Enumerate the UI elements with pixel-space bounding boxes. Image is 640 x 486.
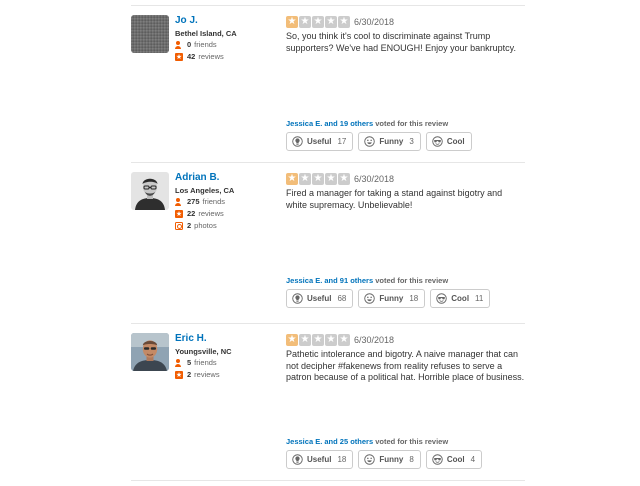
funny-button[interactable]: Funny 8 — [358, 450, 421, 469]
cool-button[interactable]: Cool 4 — [425, 450, 483, 469]
voters-link[interactable]: Jessica E. and 19 others — [286, 119, 373, 128]
star-icon — [325, 15, 337, 29]
user-location: Los Angeles, CA — [175, 186, 235, 195]
review-text: Fired a manager for taking a stand again… — [286, 188, 503, 210]
star-icon — [312, 172, 324, 186]
review-content: 6/30/2018 So, you think it's cool to dis… — [286, 15, 525, 54]
review-date: 6/30/2018 — [354, 334, 395, 345]
star-icon — [299, 15, 311, 29]
divider — [131, 162, 525, 163]
friends-icon — [175, 359, 183, 367]
funny-button[interactable]: Funny 18 — [358, 289, 426, 308]
smile-icon — [364, 293, 376, 304]
smile-icon — [364, 454, 376, 465]
vote-summary: Jessica E. and 91 others voted for this … — [286, 276, 449, 285]
review-date: 6/30/2018 — [354, 173, 395, 184]
voters-link[interactable]: Jessica E. and 91 others — [286, 276, 373, 285]
review-date: 6/30/2018 — [354, 16, 395, 27]
star-icon — [299, 333, 311, 347]
rating-row: 6/30/2018 — [286, 15, 525, 29]
divider — [131, 480, 525, 481]
smile-icon — [364, 136, 376, 147]
star-icon — [312, 15, 324, 29]
reviews-count: 42reviews — [175, 51, 279, 63]
user-location: Bethel Island, CA — [175, 29, 237, 38]
friends-icon — [175, 198, 183, 206]
star-icon — [175, 208, 183, 220]
avatar[interactable] — [131, 15, 169, 53]
star-rating — [286, 15, 350, 29]
sunglasses-icon — [436, 293, 447, 304]
lightbulb-icon — [292, 454, 303, 465]
rating-row: 6/30/2018 — [286, 172, 525, 186]
star-icon — [338, 172, 350, 186]
funny-button[interactable]: Funny 3 — [358, 132, 421, 151]
user-name-link[interactable]: Adrian B. — [175, 172, 279, 184]
useful-button[interactable]: Useful 68 — [286, 289, 354, 308]
reviews-count: 22reviews — [175, 208, 279, 220]
user-location: Youngsville, NC — [175, 347, 232, 356]
star-icon — [286, 172, 298, 186]
star-icon — [286, 333, 298, 347]
sunglasses-icon — [432, 136, 443, 147]
star-icon — [312, 333, 324, 347]
star-rating — [286, 172, 350, 186]
review-text: Pathetic intolerance and bigotry. A naiv… — [286, 349, 525, 382]
user-info: Jo J. Bethel Island, CA 0friends 42revie… — [175, 15, 279, 63]
sunglasses-icon — [432, 454, 443, 465]
useful-button[interactable]: Useful 17 — [286, 132, 354, 151]
star-icon — [325, 172, 337, 186]
star-icon — [175, 369, 183, 381]
star-rating — [286, 333, 350, 347]
user-name-link[interactable]: Jo J. — [175, 15, 279, 27]
divider — [131, 5, 525, 6]
vote-buttons: Useful 68 Funny 18 Cool 11 — [286, 289, 491, 308]
cool-button[interactable]: Cool 11 — [430, 289, 491, 308]
user-name-link[interactable]: Eric H. — [175, 333, 279, 345]
friends-icon — [175, 41, 183, 49]
review-text: So, you think it's cool to discriminate … — [286, 31, 516, 53]
user-info: Eric H. Youngsville, NC 5friends 2review… — [175, 333, 279, 381]
star-icon — [175, 51, 183, 63]
review-content: 6/30/2018 Pathetic intolerance and bigot… — [286, 333, 525, 384]
friends-count: 5 friends — [175, 357, 279, 369]
photos-count: 2 photos — [175, 220, 279, 232]
star-icon — [338, 15, 350, 29]
vote-summary: Jessica E. and 19 others voted for this … — [286, 119, 449, 128]
useful-button[interactable]: Useful 18 — [286, 450, 354, 469]
star-icon — [338, 333, 350, 347]
star-icon — [299, 172, 311, 186]
star-icon — [286, 15, 298, 29]
vote-buttons: Useful 17 Funny 3 Cool — [286, 132, 472, 151]
user-info: Adrian B. Los Angeles, CA 275friends 22r… — [175, 172, 279, 232]
friends-count: 275 friends — [175, 196, 279, 208]
cool-button[interactable]: Cool — [425, 132, 472, 151]
avatar[interactable] — [131, 172, 169, 210]
reviews-count: 2reviews — [175, 369, 279, 381]
camera-icon — [175, 222, 183, 230]
star-icon — [325, 333, 337, 347]
divider — [131, 323, 525, 324]
voters-link[interactable]: Jessica E. and 25 others — [286, 437, 373, 446]
lightbulb-icon — [292, 136, 303, 147]
lightbulb-icon — [292, 293, 303, 304]
friends-count: 0 friends — [175, 39, 279, 51]
rating-row: 6/30/2018 — [286, 333, 525, 347]
avatar[interactable] — [131, 333, 169, 371]
review-content: 6/30/2018 Fired a manager for taking a s… — [286, 172, 525, 211]
vote-summary: Jessica E. and 25 others voted for this … — [286, 437, 449, 446]
vote-buttons: Useful 18 Funny 8 Cool 4 — [286, 450, 483, 469]
